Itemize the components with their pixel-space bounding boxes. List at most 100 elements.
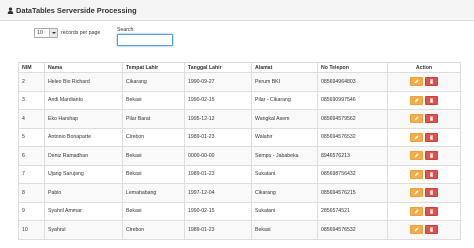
edit-button[interactable] (410, 206, 423, 216)
action-cell (387, 183, 461, 203)
table-row: 2 Heleo Bio Richard Cikarang 1990-09-27 Peru… (18, 72, 461, 92)
table-cell: 6 (18, 146, 45, 166)
action-cell (387, 109, 461, 129)
delete-button[interactable] (425, 151, 438, 161)
edit-button[interactable] (410, 114, 423, 124)
trash-icon (430, 79, 433, 84)
delete-button[interactable] (425, 114, 438, 124)
trash-icon (430, 153, 433, 158)
table-cell: Deniz Ramadhan (44, 146, 123, 166)
records-per-page-select[interactable]: 10 (34, 28, 58, 38)
edit-button[interactable] (410, 225, 423, 235)
action-cell (387, 220, 461, 240)
table-cell: 085694576532 (317, 127, 388, 147)
table-cell: Heleo Bio Richard (44, 72, 123, 92)
search-input[interactable] (117, 34, 173, 46)
column-header[interactable]: Tanggal Lahir (184, 62, 252, 73)
edit-button[interactable] (410, 188, 423, 198)
table-cell: 1990-09-27 (184, 72, 252, 92)
table-cell: Cikarang (122, 72, 185, 92)
pencil-icon (414, 116, 419, 121)
table-cell: Andi Mardianto (44, 90, 123, 110)
delete-button[interactable] (425, 206, 438, 216)
table-cell: 085698756432 (317, 164, 388, 184)
action-cell (387, 201, 461, 221)
panel-heading: DataTables Serverside Processing (0, 0, 474, 21)
delete-button[interactable] (425, 77, 438, 87)
table-cell: Cirebon (122, 127, 185, 147)
pencil-icon (414, 79, 419, 84)
action-cell (387, 164, 461, 184)
table-cell: Walahir (251, 127, 318, 147)
action-cell (387, 90, 461, 110)
delete-button[interactable] (425, 225, 438, 235)
pencil-icon (414, 227, 419, 232)
table-cell: 085694579562 (317, 109, 388, 129)
table-row: 5 Antonio Bonaparte Cirebon 1989-01-23 Walah… (18, 127, 461, 147)
trash-icon (430, 116, 433, 121)
table-cell: 1997-12-04 (184, 183, 252, 203)
table-cell: 1990-02-15 (184, 201, 252, 221)
table-cell: Syahrul (44, 220, 123, 240)
table-cell: 1990-02-15 (184, 90, 252, 110)
edit-button[interactable] (410, 151, 423, 161)
table-cell: 1995-12-12 (184, 109, 252, 129)
table-cell: 8946576213 (317, 146, 388, 166)
column-header[interactable]: NIM (18, 62, 45, 73)
records-per-page-label: records per page (61, 30, 101, 36)
table-cell: Bekasi (122, 90, 185, 110)
table-cell: 5 (18, 127, 45, 147)
table-cell: Lemahabang (122, 183, 185, 203)
table-cell: Syahril Ammar (44, 201, 123, 221)
table-cell: 9 (18, 201, 45, 221)
table-cell: Pablo (44, 183, 123, 203)
table-cell: Wangkal Asem (251, 109, 318, 129)
table-cell: Cirebon (122, 220, 185, 240)
table-cell: Bekasi (122, 146, 185, 166)
edit-button[interactable] (410, 169, 423, 179)
trash-icon (430, 172, 433, 177)
table-cell: 0000-00-00 (184, 146, 252, 166)
delete-button[interactable] (425, 132, 438, 142)
table-cell: 2856574521 (317, 201, 388, 221)
table-cell: Bekasi (251, 220, 318, 240)
table-cell: Bekasi (122, 201, 185, 221)
panel: DataTables Serverside Processing 10 reco… (0, 0, 474, 248)
table-cell: Sukatani (251, 164, 318, 184)
table-cell: Sempu - Jababeka (251, 146, 318, 166)
table-row: 9 Syahril Ammar Bekasi 1990-02-15 Sukatani 28… (18, 201, 461, 221)
column-header[interactable]: Nama (44, 62, 123, 73)
table-row: 6 Deniz Ramadhan Bekasi 0000-00-00 Sempu - J… (18, 146, 461, 166)
edit-button[interactable] (410, 95, 423, 105)
edit-button[interactable] (410, 132, 423, 142)
table-cell: 10 (18, 220, 45, 240)
delete-button[interactable] (425, 169, 438, 179)
action-cell (387, 127, 461, 147)
edit-button[interactable] (410, 77, 423, 87)
table-cell: 8 (18, 183, 45, 203)
table-row: 4 Eko Harshap Pilar Barat 1995-12-12 Wangkal… (18, 109, 461, 129)
trash-icon (430, 135, 433, 140)
pencil-icon (414, 209, 419, 214)
delete-button[interactable] (425, 95, 438, 105)
panel-title: DataTables Serverside Processing (16, 5, 137, 15)
table-cell: 1989-01-23 (184, 127, 252, 147)
table-cell: Bekasi (122, 164, 185, 184)
table-cell: Antonio Bonaparte (44, 127, 123, 147)
table-cell: 085694576215 (317, 183, 388, 203)
table-cell: 4 (18, 109, 45, 129)
pencil-icon (414, 135, 419, 140)
trash-icon (430, 227, 433, 232)
table-cell: 7 (18, 164, 45, 184)
column-header[interactable]: Tempat Lahir (122, 62, 185, 73)
action-cell (387, 146, 461, 166)
delete-button[interactable] (425, 188, 438, 198)
table-cell: 3 (18, 90, 45, 110)
table-cell: 085694964803 (317, 72, 388, 92)
column-header[interactable]: No Telepon (317, 62, 388, 73)
table-header-row: NIM Nama Tempat Lahir Tanggal Lahir Alam… (18, 62, 461, 73)
table-row: 10 Syahrul Cirebon 1989-01-23 Bekasi 08569457… (18, 220, 461, 240)
column-header[interactable]: Alamat (251, 62, 318, 73)
user-icon (7, 6, 14, 14)
action-cell (387, 72, 461, 92)
